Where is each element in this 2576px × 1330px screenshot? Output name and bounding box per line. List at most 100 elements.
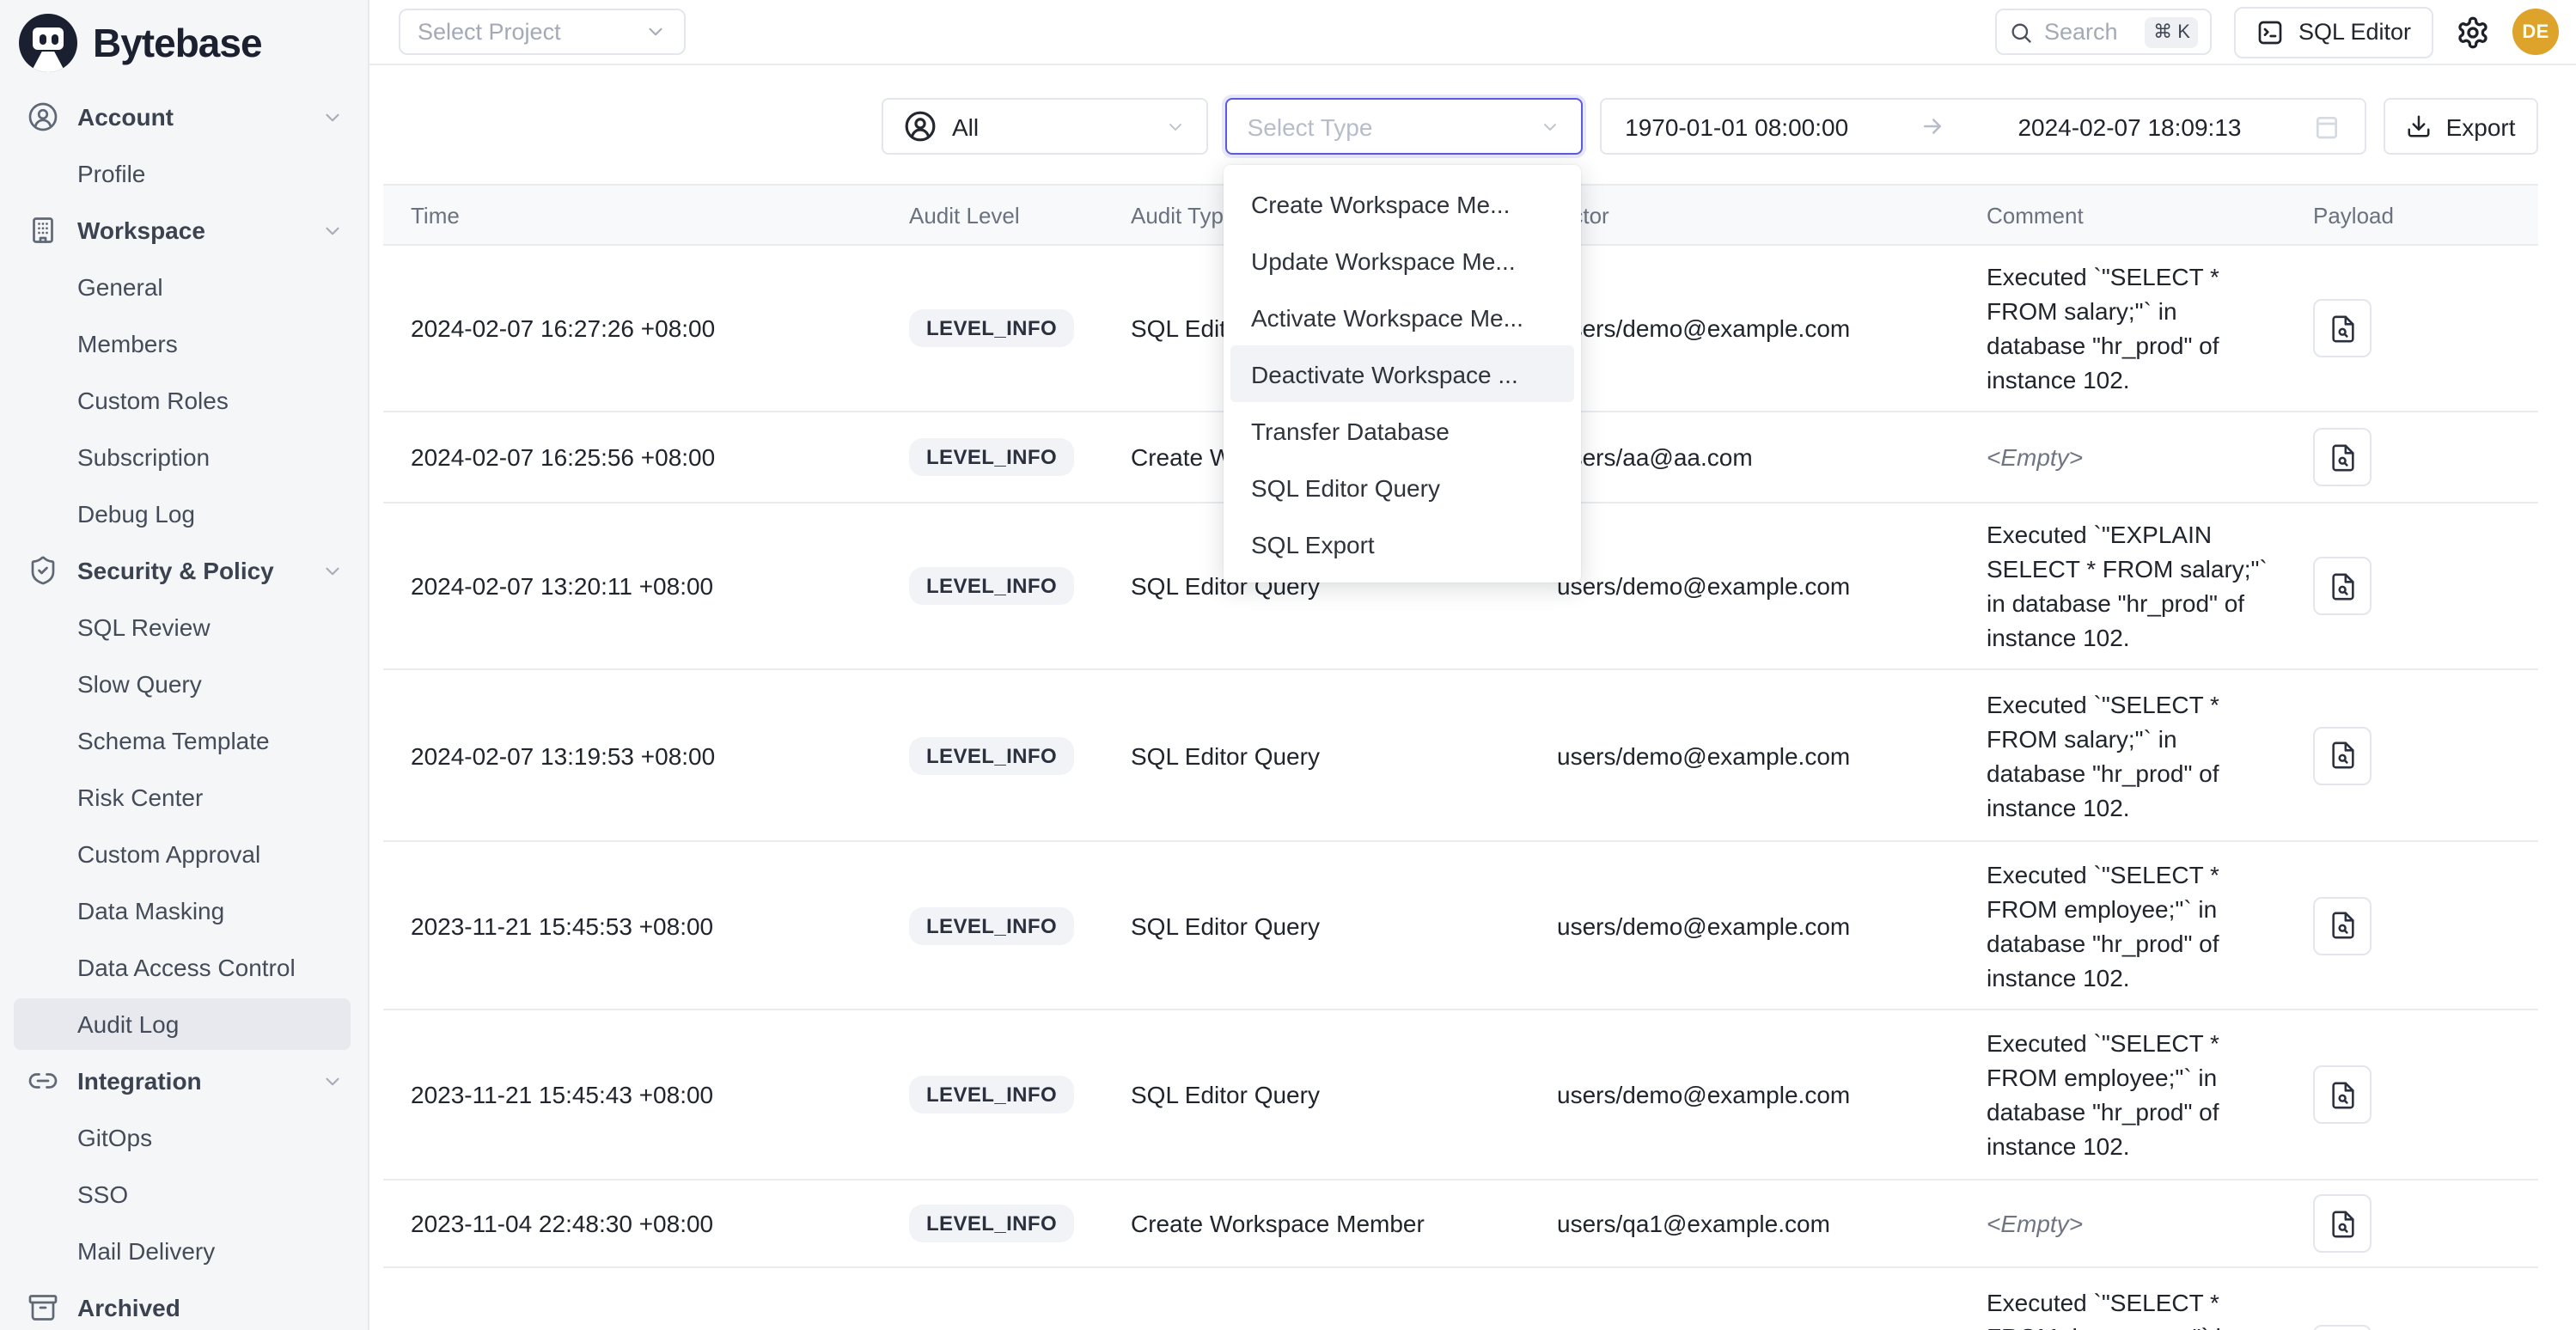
dropdown-option-update-workspace-me[interactable]: Update Workspace Me... <box>1230 232 1574 289</box>
date-range-picker[interactable]: 1970-01-01 08:00:00 2024-02-07 18:09:13 <box>1599 98 2366 155</box>
cell-comment: Executed `"SELECT * FROM department;"` i… <box>1987 1272 2275 1330</box>
chevron-down-icon <box>321 1070 344 1092</box>
cell-payload <box>2303 896 2538 955</box>
sidebar-item-custom-roles[interactable]: Custom Roles <box>14 375 351 426</box>
payload-view-button[interactable] <box>2313 1065 2372 1124</box>
audit-level-badge: LEVEL_INFO <box>909 309 1074 347</box>
audit-level-badge: LEVEL_INFO <box>909 736 1074 774</box>
type-filter-select[interactable]: Select Type <box>1225 98 1583 155</box>
link-icon <box>27 1065 58 1096</box>
payload-view-button[interactable] <box>2313 896 2372 955</box>
sidebar-item-label: Profile <box>77 160 145 187</box>
sidebar-item-label: Security & Policy <box>77 557 274 584</box>
search-placeholder: Search <box>2044 19 2118 45</box>
sidebar-item-integration[interactable]: Integration <box>14 1055 351 1107</box>
cell-payload <box>2303 1065 2538 1124</box>
payload-view-button[interactable] <box>2313 726 2372 784</box>
payload-view-button[interactable] <box>2313 299 2372 357</box>
sidebar-item-data-access-control[interactable]: Data Access Control <box>14 942 351 993</box>
audit-level-badge: LEVEL_INFO <box>909 906 1074 944</box>
sidebar-item-slow-query[interactable]: Slow Query <box>14 658 351 710</box>
archive-icon <box>27 1292 58 1323</box>
sidebar-item-sql-review[interactable]: SQL Review <box>14 601 351 653</box>
cell-payload <box>2303 726 2538 784</box>
chevron-down-icon <box>321 106 344 128</box>
sidebar-item-label: Custom Approval <box>77 840 260 868</box>
payload-view-button[interactable] <box>2313 1194 2372 1253</box>
cell-time: 2024-02-07 13:19:53 +08:00 <box>383 741 909 769</box>
file-search-icon <box>2328 1080 2357 1109</box>
dropdown-option-deactivate-workspace[interactable]: Deactivate Workspace ... <box>1230 345 1574 402</box>
date-range-start: 1970-01-01 08:00:00 <box>1625 113 1848 140</box>
sidebar-item-label: Risk Center <box>77 784 203 811</box>
cell-audit-type: SQL Editor Query <box>1131 741 1557 769</box>
search-icon <box>2010 20 2034 44</box>
dropdown-option-transfer-database[interactable]: Transfer Database <box>1230 402 1574 459</box>
file-search-icon <box>2328 911 2357 940</box>
cell-payload <box>2303 1325 2538 1330</box>
sidebar-item-mail-delivery[interactable]: Mail Delivery <box>14 1225 351 1277</box>
cell-comment: <Empty> <box>1987 1193 2275 1254</box>
file-search-icon <box>2328 1209 2357 1238</box>
building-icon <box>27 215 58 246</box>
dropdown-option-activate-workspace-me[interactable]: Activate Workspace Me... <box>1230 289 1574 345</box>
payload-view-button[interactable] <box>2313 1325 2372 1330</box>
table-row: 2024-02-07 13:19:53 +08:00 LEVEL_INFO SQ… <box>383 670 2538 842</box>
sidebar-item-audit-log[interactable]: Audit Log <box>14 998 351 1050</box>
chevron-down-icon <box>321 559 344 582</box>
cell-actor: users/demo@example.com <box>1557 572 1987 600</box>
sql-editor-button[interactable]: SQL Editor <box>2235 6 2433 58</box>
gear-icon[interactable] <box>2456 15 2490 49</box>
bytebase-logo-icon <box>19 14 77 72</box>
dropdown-option-sql-export[interactable]: SQL Export <box>1230 516 1574 572</box>
user-avatar[interactable]: DE <box>2512 9 2559 55</box>
sidebar-item-sso[interactable]: SSO <box>14 1168 351 1220</box>
sidebar-item-account[interactable]: Account <box>14 91 351 143</box>
sidebar-item-label: Audit Log <box>77 1010 179 1038</box>
dropdown-option-create-workspace-me[interactable]: Create Workspace Me... <box>1230 175 1574 232</box>
table-row: 2023-11-04 22:48:30 +08:00 LEVEL_INFO Cr… <box>383 1181 2538 1268</box>
sidebar-item-label: Schema Template <box>77 727 270 754</box>
sidebar-item-archived[interactable]: Archived <box>14 1282 351 1330</box>
sidebar-item-profile[interactable]: Profile <box>14 148 351 199</box>
payload-view-button[interactable] <box>2313 428 2372 486</box>
dropdown-option-sql-editor-query[interactable]: SQL Editor Query <box>1230 459 1574 516</box>
sidebar-item-label: Subscription <box>77 443 210 471</box>
sidebar-item-label: Archived <box>77 1294 180 1321</box>
search-input[interactable]: Search ⌘ K <box>1996 9 2213 55</box>
cell-audit-level: LEVEL_INFO <box>909 309 1131 347</box>
brand-logo[interactable]: Bytebase <box>0 0 368 82</box>
payload-view-button[interactable] <box>2313 557 2372 615</box>
sidebar-item-label: Integration <box>77 1067 202 1095</box>
cell-audit-level: LEVEL_INFO <box>909 906 1131 944</box>
column-header-comment: Comment <box>1987 202 2303 228</box>
sidebar-item-subscription[interactable]: Subscription <box>14 431 351 483</box>
sidebar-item-general[interactable]: General <box>14 261 351 313</box>
column-header-payload: Payload <box>2303 202 2538 228</box>
sidebar-item-gitops[interactable]: GitOps <box>14 1112 351 1163</box>
sidebar-item-schema-template[interactable]: Schema Template <box>14 715 351 766</box>
actor-filter-select[interactable]: All <box>882 98 1208 155</box>
sql-editor-button-label: SQL Editor <box>2298 19 2411 45</box>
project-select[interactable]: Select Project <box>399 9 686 55</box>
project-select-placeholder: Select Project <box>418 19 561 45</box>
export-button[interactable]: Export <box>2384 98 2538 155</box>
sidebar-item-members[interactable]: Members <box>14 318 351 369</box>
sidebar-item-security-policy[interactable]: Security & Policy <box>14 545 351 596</box>
chevron-down-icon <box>321 219 344 241</box>
cell-time: 2024-02-07 16:25:56 +08:00 <box>383 443 909 471</box>
sidebar-item-data-masking[interactable]: Data Masking <box>14 885 351 936</box>
sidebar-item-label: Members <box>77 330 178 357</box>
sidebar-item-debug-log[interactable]: Debug Log <box>14 488 351 540</box>
file-search-icon <box>2328 314 2357 343</box>
sidebar-item-risk-center[interactable]: Risk Center <box>14 772 351 823</box>
chevron-down-icon <box>1165 116 1186 137</box>
sidebar-item-custom-approval[interactable]: Custom Approval <box>14 828 351 880</box>
cell-actor: users/qa1@example.com <box>1557 1210 1987 1237</box>
cell-comment: Executed `"EXPLAIN SELECT * FROM salary;… <box>1987 503 2275 668</box>
sidebar-item-label: SQL Review <box>77 613 211 641</box>
sidebar-item-workspace[interactable]: Workspace <box>14 204 351 256</box>
cell-actor: users/demo@example.com <box>1557 1081 1987 1108</box>
arrow-right-icon <box>1920 113 1946 139</box>
cell-payload <box>2303 299 2538 357</box>
